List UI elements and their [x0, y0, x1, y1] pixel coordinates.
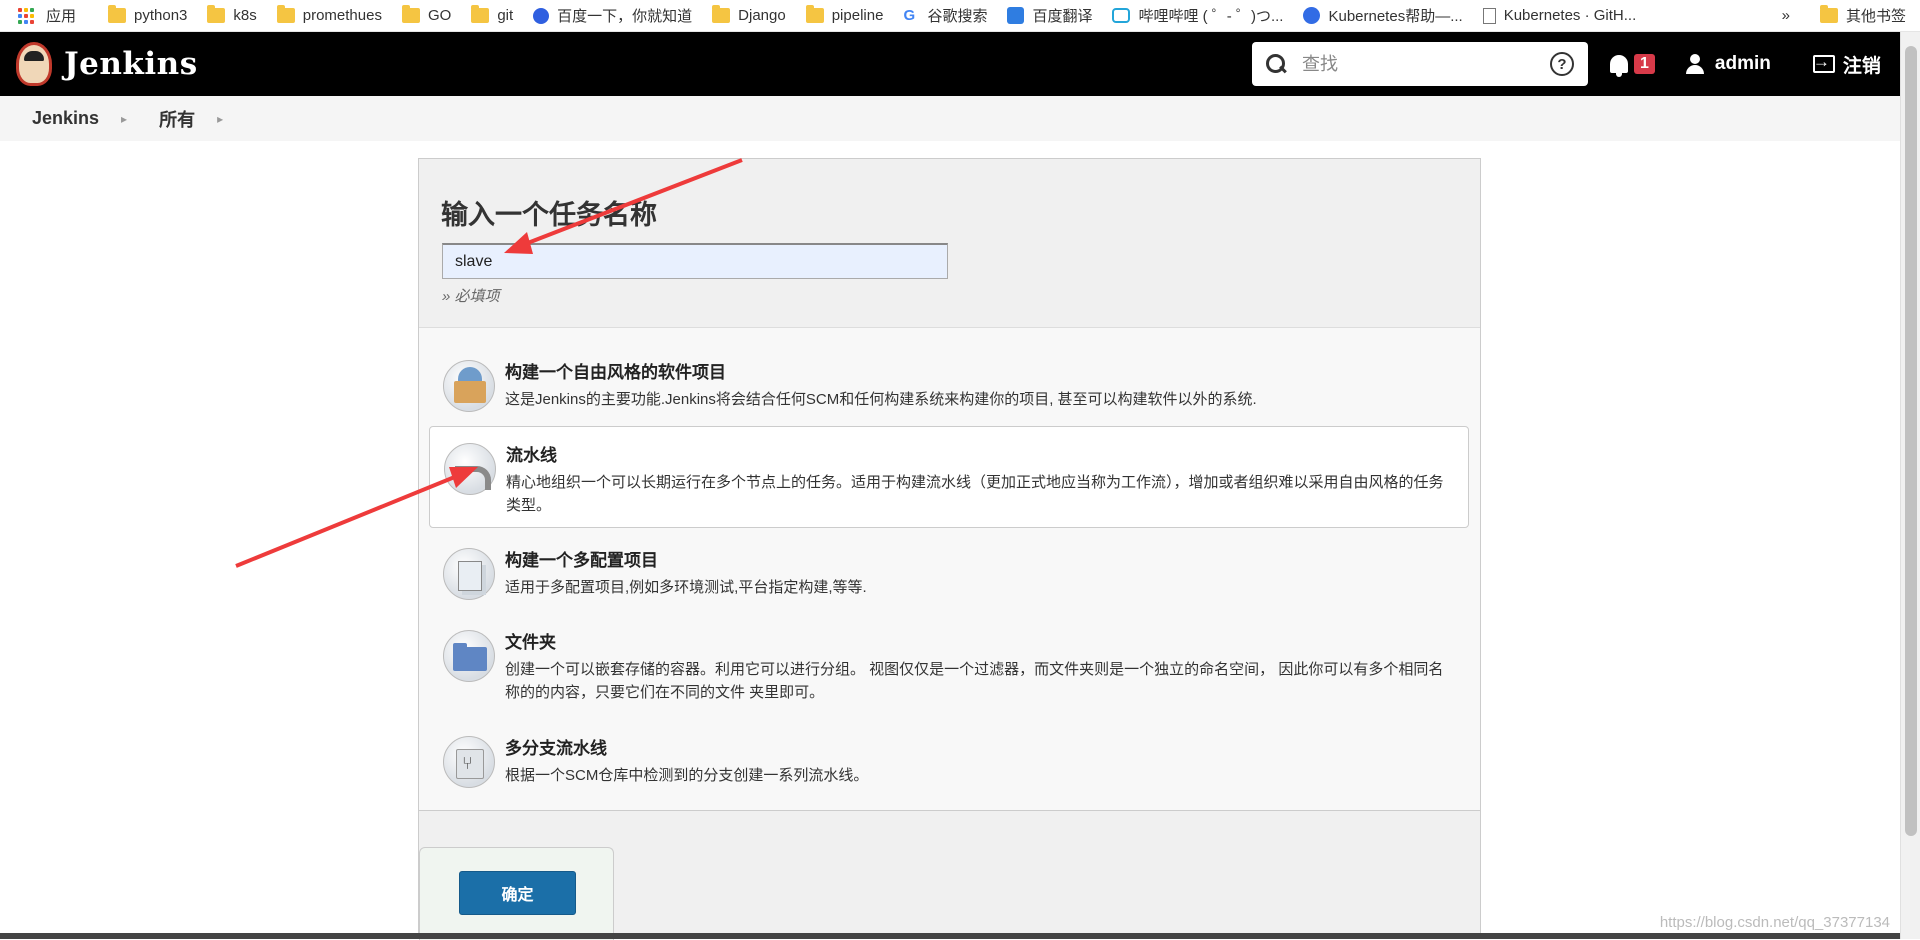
folder-icon: [277, 8, 295, 23]
new-item-panel: 输入一个任务名称 » 必填项 构建一个自由风格的软件项目 这是Jenkins的主…: [418, 158, 1481, 939]
bookmark-other[interactable]: 其他书签: [1814, 0, 1920, 32]
window-bottom-edge: [0, 933, 1900, 939]
bookmark-label: Django: [738, 7, 786, 24]
breadcrumb: Jenkins ▸ 所有 ▸: [0, 96, 1900, 141]
bookmark-kubernetes-github[interactable]: Kubernetes · GitH...: [1477, 0, 1651, 32]
item-type-pipeline[interactable]: 流水线 精心地组织一个可以长期运行在多个节点上的任务。适用于构建流水线（更加正式…: [429, 426, 1469, 528]
chevron-right-icon[interactable]: ▸: [121, 112, 127, 126]
folder-icon: [1820, 8, 1838, 23]
bookmark-go[interactable]: GO: [396, 0, 465, 32]
bookmark-label: GO: [428, 7, 451, 24]
form-footer: 确定: [419, 847, 614, 940]
bell-icon[interactable]: [1610, 55, 1628, 73]
bookmark-promethues[interactable]: promethues: [271, 0, 396, 32]
folder-icon: [402, 8, 420, 23]
bookmark-label: 百度一下，你就知道: [557, 5, 692, 26]
bilibili-icon: [1112, 8, 1130, 23]
bookmark-label: k8s: [233, 7, 256, 24]
apps-icon: [18, 8, 34, 24]
app-name: Jenkins: [64, 46, 198, 82]
search-icon: [1266, 54, 1286, 74]
kubernetes-icon: [1303, 7, 1320, 24]
bookmark-label: git: [497, 7, 513, 24]
bookmark-django[interactable]: Django: [706, 0, 800, 32]
bookmark-pipeline[interactable]: pipeline: [800, 0, 898, 32]
item-type-label: 流水线: [506, 441, 557, 466]
bookmark-label: pipeline: [832, 7, 884, 24]
bookmark-label: 应用: [46, 5, 76, 26]
bookmark-bilibili[interactable]: 哔哩哔哩 ( ゜- ゜)つ...: [1106, 0, 1297, 32]
jenkins-butler-icon: [16, 42, 52, 86]
folder-icon: [471, 8, 489, 23]
bookmark-python3[interactable]: python3: [102, 0, 201, 32]
bookmark-label: Kubernetes帮助—...: [1328, 5, 1462, 26]
breadcrumb-all[interactable]: 所有: [159, 106, 195, 132]
item-type-folder[interactable]: 文件夹 创建一个可以嵌套存储的容器。利用它可以进行分组。 视图仅仅是一个过滤器，…: [429, 614, 1469, 718]
item-type-multibranch-pipeline[interactable]: 多分支流水线 根据一个SCM仓库中检测到的分支创建一系列流水线。: [429, 720, 1469, 824]
multi-config-project-icon: [443, 548, 495, 600]
bookmark-translate[interactable]: 百度翻译: [1001, 0, 1106, 32]
bookmark-k8s[interactable]: k8s: [201, 0, 270, 32]
search-input[interactable]: [1302, 54, 1542, 75]
user-icon: [1685, 54, 1705, 74]
folder-icon: [207, 8, 225, 23]
bookmark-apps[interactable]: 应用: [0, 0, 90, 32]
watermark: https://blog.csdn.net/qq_37377134: [1660, 914, 1890, 931]
bookmark-label: promethues: [303, 7, 382, 24]
bookmark-baidu[interactable]: 百度一下，你就知道: [527, 0, 706, 32]
folder-icon: [108, 8, 126, 23]
item-type-description: 精心地组织一个可以长期运行在多个节点上的任务。适用于构建流水线（更加正式地应当称…: [506, 471, 1456, 517]
breadcrumb-jenkins[interactable]: Jenkins: [32, 108, 99, 129]
bookmark-label: Kubernetes · GitH...: [1504, 7, 1637, 24]
google-icon: G: [903, 8, 919, 24]
bookmarks-bar: 应用 python3 k8s promethues GO git 百度一下，你就…: [0, 0, 1920, 32]
translate-icon: [1007, 7, 1024, 24]
folder-icon: [443, 630, 495, 682]
page-title: 输入一个任务名称: [441, 193, 657, 232]
chevron-right-icon[interactable]: ▸: [217, 112, 223, 126]
jenkins-logo-link[interactable]: Jenkins: [16, 42, 198, 86]
scrollbar-thumb[interactable]: [1905, 46, 1917, 836]
item-type-label: 构建一个自由风格的软件项目: [505, 358, 726, 383]
item-type-label: 文件夹: [505, 628, 556, 653]
bookmark-git[interactable]: git: [465, 0, 527, 32]
item-type-label: 构建一个多配置项目: [505, 546, 658, 571]
required-hint: » 必填项: [442, 285, 500, 306]
item-name-input[interactable]: [442, 243, 948, 279]
multibranch-pipeline-icon: [443, 736, 495, 788]
baidu-icon: [533, 8, 549, 24]
item-type-list: 构建一个自由风格的软件项目 这是Jenkins的主要功能.Jenkins将会结合…: [419, 327, 1480, 811]
item-type-description: 适用于多配置项目,例如多环境测试,平台指定构建,等等.: [505, 576, 1455, 599]
user-link[interactable]: admin: [1715, 53, 1771, 75]
bookmark-label: 哔哩哔哩 ( ゜- ゜)つ...: [1138, 5, 1283, 26]
freestyle-project-icon: [443, 360, 495, 412]
page-icon: [1483, 8, 1496, 24]
bookmark-label: 其他书签: [1846, 5, 1906, 26]
item-type-description: 这是Jenkins的主要功能.Jenkins将会结合任何SCM和任何构建系统来构…: [505, 388, 1455, 411]
bookmarks-overflow-button[interactable]: »: [1782, 0, 1814, 32]
search-box: ?: [1252, 42, 1588, 86]
bookmark-google[interactable]: G 谷歌搜索: [897, 0, 1001, 32]
item-type-label: 多分支流水线: [505, 734, 607, 759]
bookmark-kubernetes-help[interactable]: Kubernetes帮助—...: [1297, 0, 1476, 32]
logout-icon[interactable]: [1813, 55, 1835, 73]
item-type-description: 根据一个SCM仓库中检测到的分支创建一系列流水线。: [505, 764, 1455, 787]
bookmark-label: 百度翻译: [1032, 5, 1092, 26]
jenkins-header: Jenkins ? 1 admin 注销: [0, 32, 1900, 96]
pipeline-icon: [444, 443, 496, 495]
bookmark-label: 谷歌搜索: [927, 5, 987, 26]
notification-badge[interactable]: 1: [1634, 54, 1655, 74]
logout-link[interactable]: 注销: [1843, 51, 1881, 78]
item-type-description: 创建一个可以嵌套存储的容器。利用它可以进行分组。 视图仅仅是一个过滤器，而文件夹…: [505, 658, 1455, 704]
page-scrollbar[interactable]: [1900, 32, 1920, 939]
folder-icon: [712, 8, 730, 23]
ok-button[interactable]: 确定: [459, 871, 576, 915]
bookmark-label: python3: [134, 7, 187, 24]
help-icon[interactable]: ?: [1550, 52, 1574, 76]
folder-icon: [806, 8, 824, 23]
